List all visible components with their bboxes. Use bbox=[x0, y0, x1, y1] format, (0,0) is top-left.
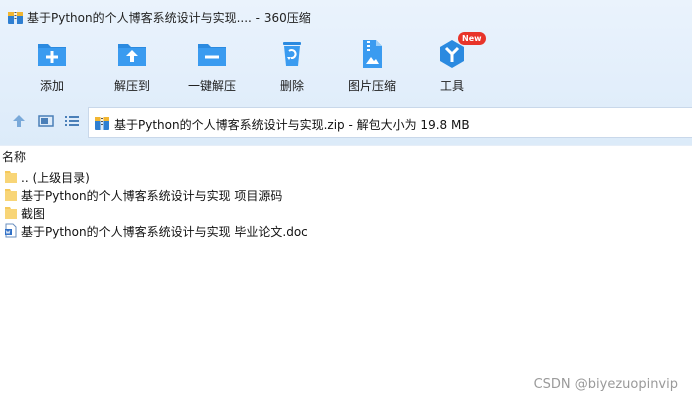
list-item-folder[interactable]: 截图 bbox=[0, 204, 692, 222]
one-click-extract-label: 一键解压 bbox=[187, 79, 236, 93]
delete-label: 删除 bbox=[279, 79, 304, 93]
file-list: .. (上级目录) 基于Python的个人博客系统设计与实现 项目源码 截图 基… bbox=[0, 168, 692, 240]
up-arrow-icon[interactable] bbox=[11, 113, 27, 129]
toolbar: 添加 解压到 一键解压 删除 图片压缩 New 工具 bbox=[0, 32, 692, 100]
tools-button[interactable]: New 工具 bbox=[412, 32, 492, 98]
folder-icon bbox=[5, 207, 17, 219]
extract-to-icon bbox=[118, 44, 146, 66]
title-bar: 基于Python的个人博客系统设计与实现.... - 360压缩 bbox=[0, 0, 692, 34]
add-button[interactable]: 添加 bbox=[12, 34, 92, 98]
add-icon bbox=[38, 44, 66, 66]
folder-icon bbox=[5, 189, 17, 201]
list-item-file[interactable]: 基于Python的个人博客系统设计与实现 毕业论文.doc bbox=[0, 222, 692, 240]
list-item-folder[interactable]: 基于Python的个人博客系统设计与实现 项目源码 bbox=[0, 186, 692, 204]
delete-button[interactable]: 删除 bbox=[252, 34, 332, 98]
tools-label: 工具 bbox=[439, 79, 464, 93]
address-row: 基于Python的个人博客系统设计与实现.zip - 解包大小为 19.8 MB bbox=[0, 105, 692, 139]
column-header-name[interactable]: 名称 bbox=[0, 146, 692, 164]
address-bar[interactable]: 基于Python的个人博客系统设计与实现.zip - 解包大小为 19.8 MB bbox=[88, 107, 692, 138]
image-compress-label: 图片压缩 bbox=[347, 79, 396, 93]
archive-path: 基于Python的个人博客系统设计与实现.zip - 解包大小为 19.8 MB bbox=[114, 118, 470, 132]
watermark: CSDN @biyezuopinvip bbox=[533, 377, 678, 392]
image-compress-button[interactable]: 图片压缩 bbox=[332, 34, 412, 98]
thumbnail-view-icon[interactable] bbox=[38, 113, 54, 129]
column-header-label: 名称 bbox=[2, 150, 27, 164]
zip-file-icon bbox=[95, 116, 109, 130]
word-doc-icon bbox=[5, 223, 17, 238]
extract-to-button[interactable]: 解压到 bbox=[92, 34, 172, 98]
delete-icon bbox=[283, 42, 301, 66]
list-item-parent-dir[interactable]: .. (上级目录) bbox=[0, 168, 692, 186]
add-label: 添加 bbox=[39, 79, 64, 93]
file-name: 基于Python的个人博客系统设计与实现 项目源码 bbox=[21, 189, 283, 203]
file-name: 截图 bbox=[21, 207, 46, 221]
folder-icon bbox=[5, 171, 17, 183]
zip-archive-icon bbox=[8, 10, 23, 24]
list-view-icon[interactable] bbox=[64, 113, 80, 129]
one-click-extract-icon bbox=[198, 44, 226, 66]
one-click-extract-button[interactable]: 一键解压 bbox=[172, 34, 252, 98]
image-compress-icon bbox=[363, 40, 382, 68]
extract-to-label: 解压到 bbox=[113, 79, 150, 93]
file-name: .. (上级目录) bbox=[21, 171, 90, 185]
new-badge: New bbox=[458, 32, 486, 45]
file-name: 基于Python的个人博客系统设计与实现 毕业论文.doc bbox=[21, 225, 308, 239]
window-title: 基于Python的个人博客系统设计与实现.... - 360压缩 bbox=[27, 11, 311, 25]
